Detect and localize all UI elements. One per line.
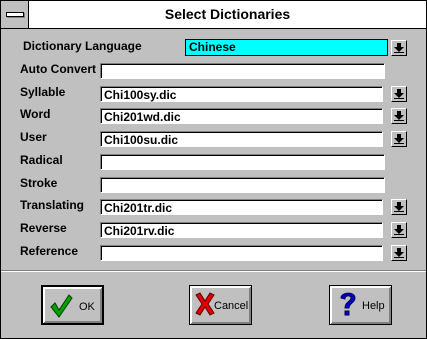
x-icon xyxy=(195,292,215,316)
auto-convert-field[interactable] xyxy=(100,63,385,79)
ok-button[interactable]: OK xyxy=(41,285,104,325)
stroke-label: Stroke xyxy=(20,176,58,190)
help-button[interactable]: Help xyxy=(329,285,392,325)
reference-label: Reference xyxy=(20,244,79,258)
reverse-dropdown-button[interactable] xyxy=(391,222,407,238)
dropdown-arrow-icon xyxy=(394,134,404,144)
translating-field[interactable]: Chi201tr.dic xyxy=(100,199,383,215)
dialog-title: Select Dictionaries xyxy=(164,6,291,22)
help-button-label: Help xyxy=(362,300,385,312)
user-field[interactable]: Chi100su.dic xyxy=(100,131,383,147)
syllable-dropdown-button[interactable] xyxy=(391,86,407,102)
cancel-button[interactable]: Cancel xyxy=(189,285,252,325)
dropdown-arrow-icon xyxy=(394,111,404,121)
question-icon xyxy=(340,292,356,316)
reference-field[interactable] xyxy=(100,245,383,261)
word-label: Word xyxy=(20,107,51,121)
syllable-field[interactable]: Chi100sy.dic xyxy=(100,86,383,102)
dropdown-arrow-icon xyxy=(394,43,404,53)
dropdown-arrow-icon xyxy=(394,202,404,212)
select-dictionaries-dialog: Select Dictionaries Dictionary Language … xyxy=(0,0,427,339)
reverse-label: Reverse xyxy=(20,221,67,235)
auto-convert-label: Auto Convert xyxy=(20,62,96,76)
user-dropdown-button[interactable] xyxy=(391,131,407,147)
checkmark-icon xyxy=(50,294,73,318)
system-menu-icon[interactable] xyxy=(1,1,29,28)
stroke-field[interactable] xyxy=(100,177,385,193)
dropdown-arrow-icon xyxy=(394,89,404,99)
title-bar: Select Dictionaries xyxy=(1,1,426,29)
user-label: User xyxy=(20,130,47,144)
button-separator xyxy=(1,270,426,272)
translating-dropdown-button[interactable] xyxy=(391,199,407,215)
ok-button-label: OK xyxy=(79,301,95,313)
language-label: Dictionary Language xyxy=(23,39,142,53)
reverse-field[interactable]: Chi201rv.dic xyxy=(100,222,383,238)
language-dropdown-button[interactable] xyxy=(391,40,407,56)
reference-dropdown-button[interactable] xyxy=(391,245,407,261)
cancel-button-label: Cancel xyxy=(214,300,249,312)
language-select[interactable]: Chinese xyxy=(185,39,388,56)
translating-label: Translating xyxy=(20,198,85,212)
word-dropdown-button[interactable] xyxy=(391,108,407,124)
word-field[interactable]: Chi201wd.dic xyxy=(100,108,383,124)
dropdown-arrow-icon xyxy=(394,225,404,235)
syllable-label: Syllable xyxy=(20,85,66,99)
dropdown-arrow-icon xyxy=(394,248,404,258)
radical-field[interactable] xyxy=(100,154,385,170)
radical-label: Radical xyxy=(20,153,63,167)
